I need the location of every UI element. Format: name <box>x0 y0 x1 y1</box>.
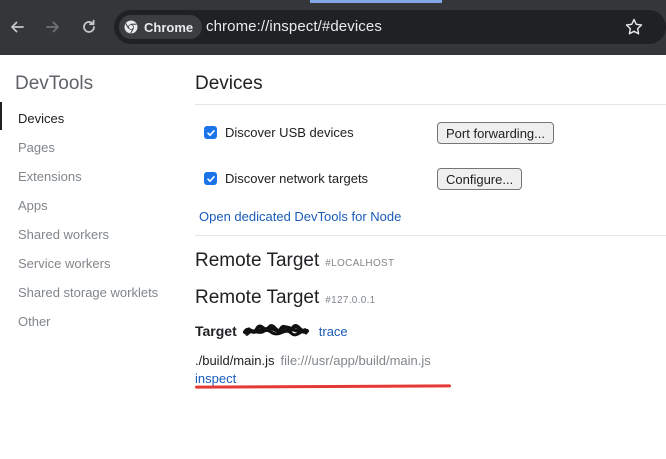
remote-target-title: Remote Target <box>195 250 320 271</box>
devtools-sidebar: DevTools Devices Pages Extensions Apps S… <box>0 55 185 459</box>
back-arrow-icon <box>11 21 24 33</box>
sidebar-item-service-workers[interactable]: Service workers <box>18 256 110 271</box>
sidebar-item-apps[interactable]: Apps <box>18 198 48 213</box>
forward-button[interactable] <box>40 14 66 40</box>
back-button[interactable] <box>4 14 30 40</box>
target-path-row: ./build/main.js file:///usr/app/build/mai… <box>195 353 431 368</box>
remote-target-host: #127.0.0.1 <box>325 295 376 306</box>
checkmark-icon <box>206 129 215 136</box>
target-row: Target trace <box>195 323 348 339</box>
annotation-underline <box>194 384 452 389</box>
sidebar-title: DevTools <box>15 73 94 94</box>
devices-panel: Devices Discover USB devices Port forwar… <box>194 55 666 459</box>
discover-network-checkbox[interactable] <box>204 172 217 185</box>
checkmark-icon <box>206 175 215 182</box>
site-info-chip[interactable]: Chrome <box>119 15 203 39</box>
remote-target-host: #LOCALHOST <box>325 258 395 269</box>
discover-network-row: Discover network targets <box>204 171 368 186</box>
script-name: ./build/main.js <box>195 353 275 368</box>
discover-usb-checkbox[interactable] <box>204 126 217 139</box>
trace-link[interactable]: trace <box>319 324 348 339</box>
sidebar-item-extensions[interactable]: Extensions <box>18 169 82 184</box>
title-divider <box>195 104 666 105</box>
address-bar[interactable]: Chrome chrome://inspect/#devices <box>114 10 666 44</box>
remote-target-127-heading: Remote Target #127.0.0.1 <box>195 287 376 309</box>
active-tab-indicator <box>310 0 442 3</box>
url-text[interactable]: chrome://inspect/#devices <box>206 18 382 35</box>
page-title: Devices <box>195 73 263 94</box>
remote-target-title: Remote Target <box>195 287 320 308</box>
reload-icon <box>83 19 95 33</box>
port-forwarding-button[interactable]: Port forwarding... <box>437 122 554 144</box>
sidebar-item-devices[interactable]: Devices <box>18 111 64 126</box>
browser-toolbar: Chrome chrome://inspect/#devices <box>0 0 666 55</box>
reload-button[interactable] <box>76 14 102 40</box>
discover-network-label: Discover network targets <box>225 171 369 186</box>
star-icon[interactable] <box>624 17 644 37</box>
sidebar-item-other[interactable]: Other <box>18 314 51 329</box>
sidebar-item-pages[interactable]: Pages <box>18 140 55 155</box>
redacted-scribble-icon <box>242 324 309 337</box>
script-url: file:///usr/app/build/main.js <box>280 353 431 368</box>
configure-button[interactable]: Configure... <box>437 168 523 190</box>
remote-target-localhost-heading: Remote Target #LOCALHOST <box>195 250 394 272</box>
sidebar-item-shared-workers[interactable]: Shared workers <box>18 227 109 242</box>
chrome-logo-icon <box>124 20 138 34</box>
inspect-link[interactable]: inspect <box>195 371 236 386</box>
sidebar-item-shared-storage-worklets[interactable]: Shared storage worklets <box>18 285 158 300</box>
site-chip-label: Chrome <box>144 19 194 35</box>
active-item-indicator <box>0 102 2 130</box>
forward-arrow-icon <box>46 21 59 33</box>
discover-usb-label: Discover USB devices <box>225 125 354 140</box>
target-label: Target <box>195 323 237 339</box>
section-divider <box>195 235 666 236</box>
discover-usb-row: Discover USB devices <box>204 125 354 140</box>
open-node-devtools-link[interactable]: Open dedicated DevTools for Node <box>199 209 401 224</box>
